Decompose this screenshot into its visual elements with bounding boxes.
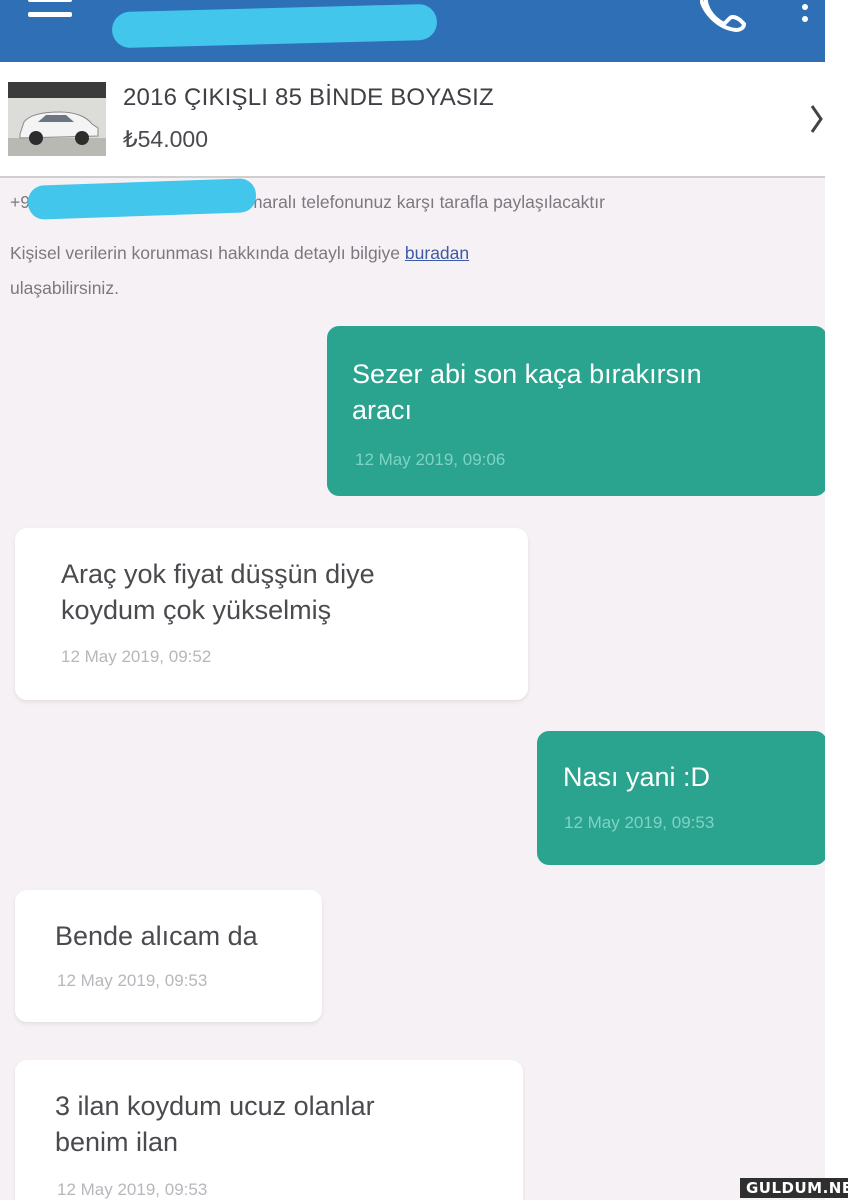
message-timestamp: 12 May 2019, 09:53 [57, 971, 208, 990]
menu-icon[interactable] [28, 0, 72, 30]
message-bubble-incoming[interactable]: Bende alıcam da 12 May 2019, 09:53 [15, 890, 322, 1022]
message-text-line: aracı [352, 395, 413, 425]
privacy-notice-end: ulaşabilirsiniz. [10, 278, 119, 298]
app-bar [0, 0, 825, 62]
watermark: GULDUM.NET [740, 1178, 848, 1198]
message-timestamp: 12 May 2019, 09:06 [355, 450, 506, 469]
listing-price: ₺54.000 [123, 126, 208, 152]
message-bubble-incoming[interactable]: 3 ilan koydum ucuz olanlar benim ilan 12… [15, 1060, 523, 1200]
message-text-line: Nası yani :D [563, 762, 711, 792]
screen-edge [825, 0, 848, 1200]
message-text-line: 3 ilan koydum ucuz olanlar [55, 1091, 375, 1121]
privacy-link[interactable]: buradan [405, 243, 469, 263]
privacy-notice: Kişisel verilerin korunması hakkında det… [10, 243, 469, 264]
listing-card[interactable]: 2016 ÇIKIŞLI 85 BİNDE BOYASIZ ₺54.000 [0, 62, 825, 178]
message-bubble-outgoing[interactable]: Nası yani :D 12 May 2019, 09:53 [537, 731, 825, 865]
message-text-line: Bende alıcam da [55, 921, 258, 951]
car-thumbnail [8, 82, 106, 156]
phone-icon[interactable] [700, 0, 748, 32]
listing-title: 2016 ÇIKIŞLI 85 BİNDE BOYASIZ [123, 84, 494, 111]
contact-name-redacted [111, 2, 442, 49]
chevron-right-icon[interactable] [810, 104, 824, 134]
message-text-line: koydum çok yükselmiş [61, 595, 332, 625]
notice-suffix: maralı telefonunuz karşı tarafla paylaşı… [247, 192, 605, 212]
phone-number-redacted [27, 178, 257, 220]
message-timestamp: 12 May 2019, 09:52 [61, 647, 212, 666]
message-text-line: Araç yok fiyat düşşün diye [61, 559, 375, 589]
notice-prefix: +9 [10, 192, 30, 212]
message-bubble-outgoing[interactable]: Sezer abi son kaça bırakırsın aracı 12 M… [327, 326, 825, 496]
message-timestamp: 12 May 2019, 09:53 [564, 813, 715, 832]
privacy-text: Kişisel verilerin korunması hakkında det… [10, 243, 405, 263]
message-bubble-incoming[interactable]: Araç yok fiyat düşşün diye koydum çok yü… [15, 528, 528, 700]
message-timestamp: 12 May 2019, 09:53 [57, 1180, 208, 1199]
more-vertical-icon[interactable] [800, 0, 810, 34]
chat-screen: 2016 ÇIKIŞLI 85 BİNDE BOYASIZ ₺54.000 +9… [0, 0, 825, 1200]
message-text-line: Sezer abi son kaça bırakırsın [352, 359, 702, 389]
message-text-line: benim ilan [55, 1127, 179, 1157]
